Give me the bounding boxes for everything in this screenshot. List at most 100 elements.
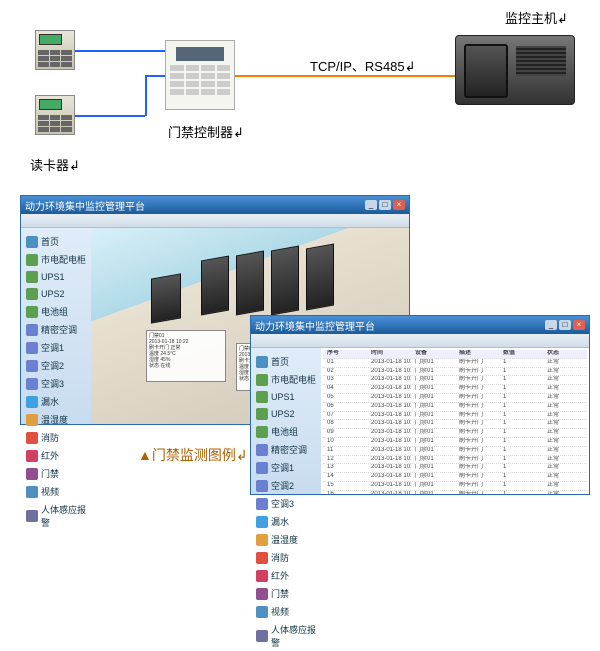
sidebar-item-label: 漏水 — [271, 515, 289, 528]
sidebar-item[interactable]: 电池组 — [23, 303, 89, 320]
controller-label: 门禁控制器↲ — [168, 122, 244, 141]
log-row[interactable]: 102013-01-18 10:22:15门禁01刷卡开门1正常 — [323, 438, 587, 447]
window-controls: _□× — [365, 200, 405, 210]
sidebar-item-label: 温湿度 — [271, 533, 298, 546]
log-row[interactable]: 122013-01-18 10:22:15门禁01刷卡开门1正常 — [323, 456, 587, 465]
log-row[interactable]: 162013-01-18 10:22:15门禁01刷卡开门1正常 — [323, 491, 587, 494]
minimize-icon: _ — [545, 320, 557, 330]
sidebar-item[interactable]: 漏水 — [253, 513, 319, 530]
sidebar-icon — [26, 468, 38, 480]
figure-caption: ▲门禁监测图例↲ — [138, 445, 248, 465]
log-row[interactable]: 092013-01-18 10:22:15门禁01刷卡开门1正常 — [323, 429, 587, 438]
sidebar-item[interactable]: 空调2 — [23, 357, 89, 374]
wire-main — [235, 75, 455, 77]
sidebar-icon — [256, 498, 268, 510]
sidebar-item[interactable]: 空调3 — [23, 375, 89, 392]
sidebar-item[interactable]: 空调1 — [23, 339, 89, 356]
sidebar-item[interactable]: 空调1 — [253, 459, 319, 476]
close-icon: × — [573, 320, 585, 330]
log-row[interactable]: 052013-01-18 10:22:15门禁01刷卡开门1正常 — [323, 394, 587, 403]
log-row[interactable]: 112013-01-18 10:22:15门禁01刷卡开门1正常 — [323, 447, 587, 456]
maximize-icon: □ — [379, 200, 391, 210]
sidebar-item[interactable]: 空调2 — [253, 477, 319, 494]
sidebar-icon — [26, 254, 38, 266]
sidebar-icon — [26, 486, 38, 498]
sidebar-item[interactable]: 空调3 — [253, 495, 319, 512]
log-row[interactable]: 062013-01-18 10:22:15门禁01刷卡开门1正常 — [323, 403, 587, 412]
sidebar-item[interactable]: UPS1 — [23, 269, 89, 285]
sidebar-item[interactable]: 消防 — [23, 429, 89, 446]
sidebar-item-label: UPS1 — [41, 272, 65, 282]
sidebar-icon — [256, 356, 268, 368]
sidebar-icon — [256, 444, 268, 456]
titlebar: 动力环境集中监控管理平台 _□× — [21, 196, 409, 214]
log-row[interactable]: 012013-01-18 10:22:15门禁01刷卡开门1正常 — [323, 359, 587, 368]
sidebar-item-label: 精密空调 — [271, 443, 307, 456]
sidebar-item[interactable]: 温湿度 — [23, 411, 89, 428]
sidebar-item-label: 空调3 — [41, 377, 64, 390]
app-window-logs: 动力环境集中监控管理平台 _□× 首页市电配电柜UPS1UPS2电池组精密空调空… — [250, 315, 590, 495]
sidebar-icon — [256, 552, 268, 564]
sidebar-item-label: 人体感应报警 — [41, 503, 86, 529]
sidebar-item[interactable]: 漏水 — [23, 393, 89, 410]
log-row[interactable]: 082013-01-18 10:22:15门禁01刷卡开门1正常 — [323, 420, 587, 429]
sidebar-item[interactable]: 红外 — [253, 567, 319, 584]
log-row[interactable]: 032013-01-18 10:22:15门禁01刷卡开门1正常 — [323, 376, 587, 385]
log-row[interactable]: 022013-01-18 10:22:15门禁01刷卡开门1正常 — [323, 368, 587, 377]
log-row[interactable]: 042013-01-18 10:22:15门禁01刷卡开门1正常 — [323, 385, 587, 394]
sidebar-item[interactable]: 消防 — [253, 549, 319, 566]
close-icon: × — [393, 200, 405, 210]
sidebar-item[interactable]: 门禁 — [253, 585, 319, 602]
sidebar-item-label: 空调1 — [271, 461, 294, 474]
sidebar-icon — [256, 391, 268, 403]
sidebar-item-label: 人体感应报警 — [271, 623, 316, 649]
sidebar-item[interactable]: 人体感应报警 — [23, 501, 89, 531]
sidebar-item[interactable]: 门禁 — [23, 465, 89, 482]
sidebar-item-label: 温湿度 — [41, 413, 68, 426]
sidebar-item[interactable]: 精密空调 — [23, 321, 89, 338]
sidebar-item-label: 空调2 — [271, 479, 294, 492]
sidebar-item[interactable]: 人体感应报警 — [253, 621, 319, 651]
maximize-icon: □ — [559, 320, 571, 330]
log-table: 序号时间设备描述数值状态012013-01-18 10:22:15门禁01刷卡开… — [321, 348, 589, 494]
sidebar-item[interactable]: 红外 — [23, 447, 89, 464]
sidebar-item[interactable]: UPS2 — [23, 286, 89, 302]
sidebar-icon — [26, 342, 38, 354]
log-row[interactable]: 072013-01-18 10:22:15门禁01刷卡开门1正常 — [323, 412, 587, 421]
sidebar-item[interactable]: 视频 — [23, 483, 89, 500]
log-row[interactable]: 152013-01-18 10:22:15门禁01刷卡开门1正常 — [323, 482, 587, 491]
log-row[interactable]: 142013-01-18 10:22:15门禁01刷卡开门1正常 — [323, 473, 587, 482]
toolbar — [251, 334, 589, 348]
sidebar-icon — [26, 306, 38, 318]
sidebar-icon — [256, 534, 268, 546]
sidebar-icon — [26, 288, 38, 300]
toolbar — [21, 214, 409, 228]
sidebar-item-label: 电池组 — [271, 425, 298, 438]
wire-reader2-h — [75, 115, 145, 117]
sidebar-icon — [256, 516, 268, 528]
sidebar-item[interactable]: 精密空调 — [253, 441, 319, 458]
sidebar-item[interactable]: 市电配电柜 — [23, 251, 89, 268]
log-row[interactable]: 132013-01-18 10:22:15门禁01刷卡开门1正常 — [323, 464, 587, 473]
sidebar-item-label: UPS2 — [41, 289, 65, 299]
window-title: 动力环境集中监控管理平台 — [25, 198, 145, 213]
sidebar-item[interactable]: 首页 — [23, 233, 89, 250]
sidebar-item-label: 首页 — [41, 235, 59, 248]
sidebar-item-label: 视频 — [41, 485, 59, 498]
card-reader-2 — [35, 95, 75, 135]
sidebar-item[interactable]: 电池组 — [253, 423, 319, 440]
sidebar-icon — [26, 510, 38, 522]
sidebar-item[interactable]: 温湿度 — [253, 531, 319, 548]
sidebar-item-label: 消防 — [41, 431, 59, 444]
sidebar-item-label: 市电配电柜 — [271, 373, 316, 386]
sidebar-icon — [256, 480, 268, 492]
sidebar-item[interactable]: UPS2 — [253, 406, 319, 422]
sidebar-icon — [26, 378, 38, 390]
sidebar-item-label: 电池组 — [41, 305, 68, 318]
sidebar-item[interactable]: UPS1 — [253, 389, 319, 405]
sidebar-item-label: 视频 — [271, 605, 289, 618]
sidebar-item[interactable]: 首页 — [253, 353, 319, 370]
sidebar-item[interactable]: 视频 — [253, 603, 319, 620]
sidebar-item-label: 红外 — [41, 449, 59, 462]
sidebar-item[interactable]: 市电配电柜 — [253, 371, 319, 388]
